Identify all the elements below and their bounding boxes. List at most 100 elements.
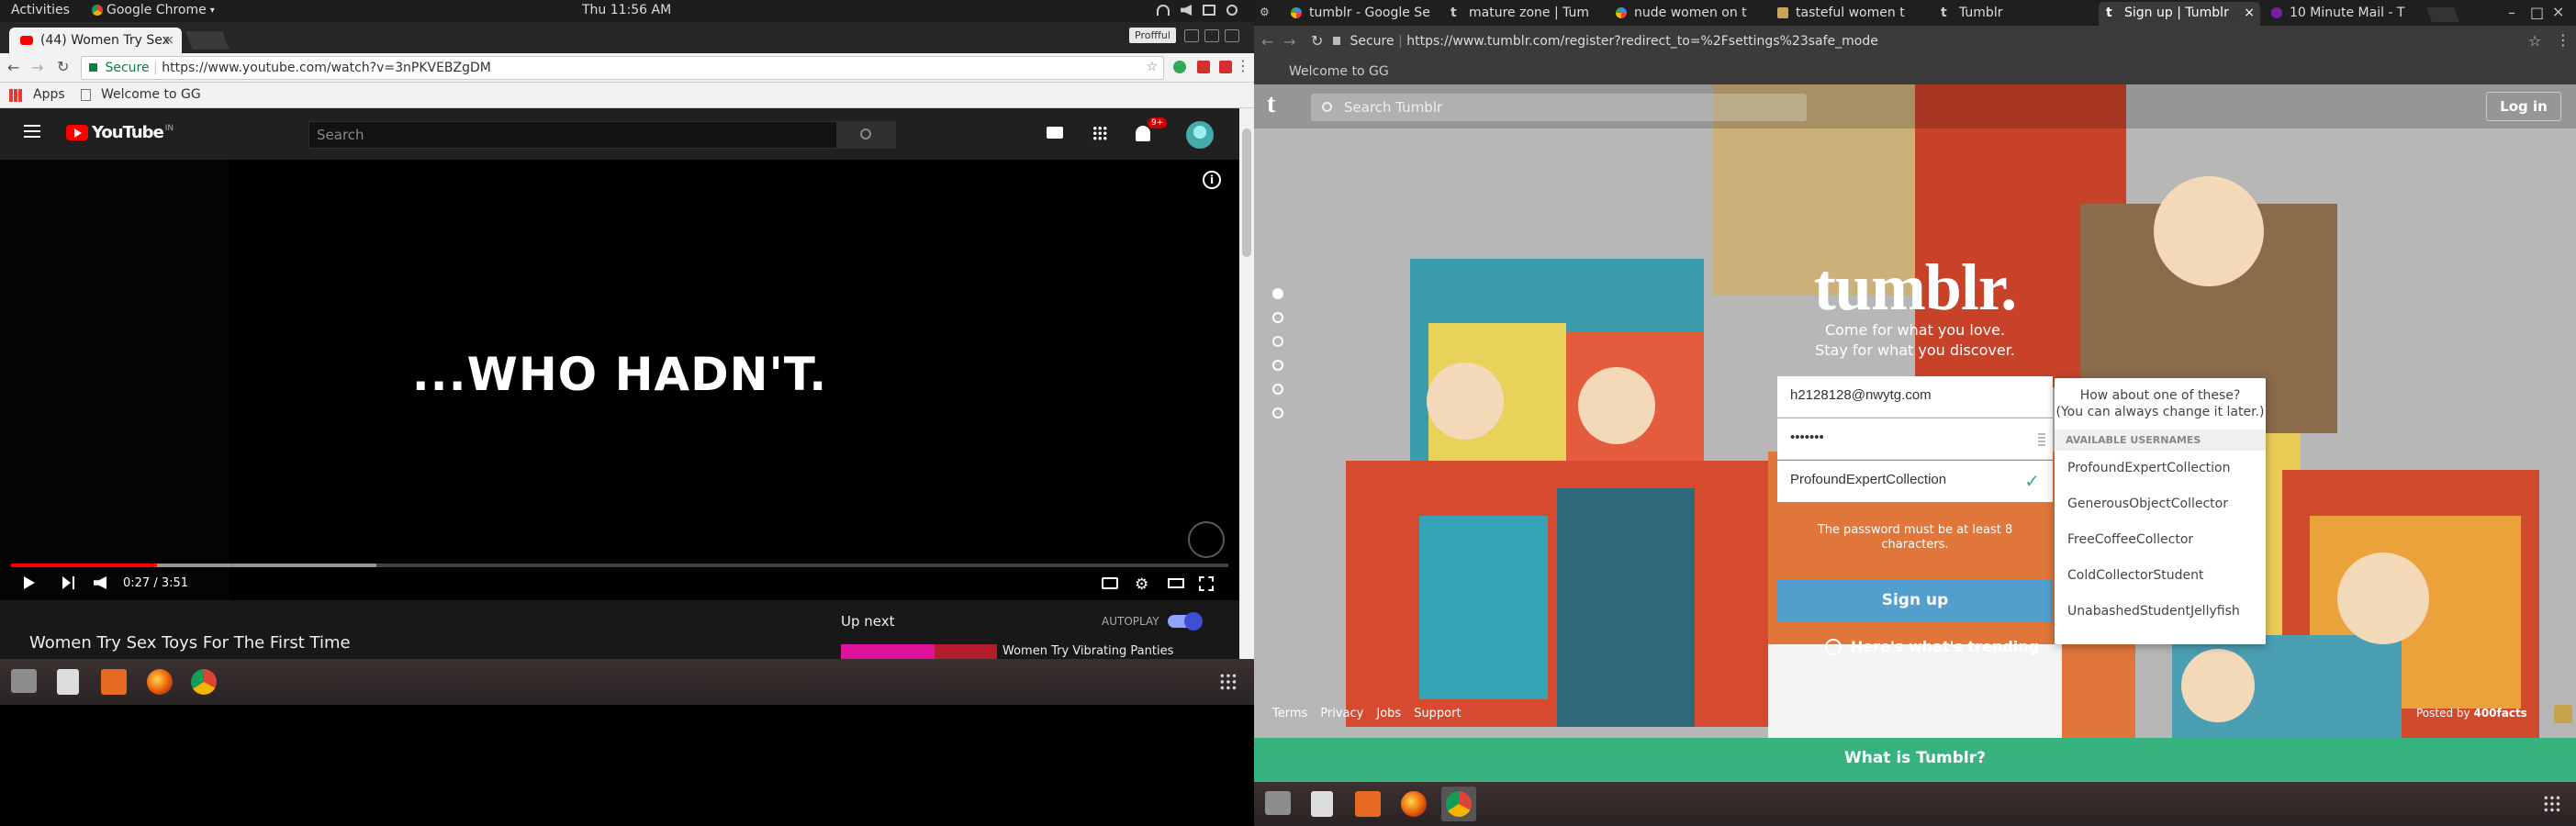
forward-icon[interactable]: → <box>1283 33 1295 50</box>
posted-by-avatar[interactable] <box>2554 705 2572 723</box>
info-icon[interactable]: i <box>1203 171 1221 189</box>
volume-icon[interactable] <box>94 576 106 589</box>
clock[interactable]: Thu 11:56 AM <box>582 3 671 17</box>
close-tab-icon[interactable]: × <box>2244 6 2255 20</box>
show-apps-icon[interactable] <box>2543 795 2561 813</box>
bookmark-star-icon[interactable]: ☆ <box>1146 60 1158 74</box>
channel-watermark-icon[interactable] <box>1188 521 1225 558</box>
username-suggestion[interactable]: FreeCoffeeCollector <box>2055 522 2266 558</box>
forward-icon[interactable]: → <box>31 59 43 76</box>
next-video-thumbnail[interactable] <box>841 644 997 659</box>
video-player[interactable]: ...WHO HADN'T. i <box>0 160 1239 600</box>
close-icon[interactable] <box>1225 29 1239 42</box>
profile-badge[interactable]: Proffful <box>1129 28 1176 43</box>
next-icon[interactable] <box>62 576 71 589</box>
email-field[interactable]: h2128128@nwytg.com <box>1777 376 2053 418</box>
password-manager-icon[interactable] <box>2038 433 2045 446</box>
firefox-icon[interactable] <box>147 669 173 695</box>
what-is-tumblr-bar[interactable]: What is Tumblr? <box>1254 738 2576 782</box>
close-tab-icon[interactable]: × <box>163 33 174 48</box>
grammarly-extension-icon[interactable] <box>1173 61 1186 73</box>
footer-link-jobs[interactable]: Jobs <box>1376 707 1401 720</box>
maximize-icon[interactable] <box>1204 29 1219 42</box>
signup-button[interactable]: Sign up <box>1777 580 2053 622</box>
youtube-logo[interactable]: YouTube IN <box>66 123 174 142</box>
play-icon[interactable] <box>24 576 35 589</box>
posted-by-user[interactable]: 400facts <box>2473 707 2526 720</box>
maximize-icon[interactable]: □ <box>2530 4 2544 21</box>
bookmark-welcome[interactable]: Welcome to GG <box>101 87 201 102</box>
password-field[interactable]: ••••••• <box>1777 419 2053 460</box>
fullscreen-icon[interactable] <box>1199 576 1214 591</box>
chrome-dock-icon[interactable] <box>191 669 217 695</box>
tab-google-search[interactable]: tumblr - Google Se <box>1283 2 1439 26</box>
tab-tumblr[interactable]: t Tumblr <box>1933 2 2095 26</box>
upload-video-icon[interactable] <box>1047 127 1063 139</box>
photos-icon[interactable] <box>1311 791 1333 817</box>
new-tab-button[interactable] <box>2426 7 2459 22</box>
software-center-icon[interactable] <box>1355 791 1381 817</box>
reload-icon[interactable]: ↻ <box>1311 32 1323 50</box>
notifications-bell-icon[interactable] <box>1136 126 1150 141</box>
settings-icon[interactable]: ⚙ <box>1260 6 1270 18</box>
chrome-menu-icon[interactable]: ⋮ <box>2556 31 2570 49</box>
next-video-title[interactable]: Women Try Vibrating Panties <box>1002 644 1173 658</box>
extension-icon-2[interactable] <box>1219 61 1232 73</box>
close-icon[interactable]: × <box>2552 3 2564 20</box>
page-scrollbar[interactable] <box>1239 108 1254 659</box>
username-suggestion[interactable]: ProfoundExpertCollection <box>2055 451 2266 486</box>
photos-icon[interactable] <box>57 669 79 695</box>
show-apps-icon[interactable] <box>1219 673 1238 691</box>
files-icon[interactable] <box>1265 791 1291 815</box>
settings-gear-icon[interactable]: ⚙ <box>1135 575 1148 594</box>
files-icon[interactable] <box>11 669 37 693</box>
chrome-dock-icon[interactable] <box>1446 791 1472 817</box>
back-icon[interactable]: ← <box>7 59 19 76</box>
footer-link-terms[interactable]: Terms <box>1272 707 1307 720</box>
tab-10-minute-mail[interactable]: 10 Minute Mail - T <box>2264 2 2424 26</box>
slide-dot[interactable] <box>1272 407 1283 419</box>
browser-tab[interactable]: (44) Women Try Sex × <box>9 28 182 53</box>
youtube-search-button[interactable] <box>837 121 896 149</box>
avatar[interactable] <box>1186 121 1214 149</box>
video-progress-bar[interactable] <box>11 564 1228 567</box>
address-bar[interactable]: Secure | https://www.youtube.com/watch?v… <box>81 56 1164 80</box>
address-bar[interactable]: Secure | https://www.tumblr.com/register… <box>1333 29 2545 55</box>
extension-icon[interactable] <box>1197 61 1210 73</box>
tumblr-logo-icon[interactable]: t <box>1267 90 1275 119</box>
username-suggestion[interactable]: ColdCollectorStudent <box>2055 558 2266 594</box>
bookmark-welcome[interactable]: Welcome to GG <box>1289 64 1389 79</box>
hamburger-menu-icon[interactable] <box>24 125 40 138</box>
tab-mature-zone[interactable]: t mature zone | Tum <box>1443 2 1605 26</box>
chrome-menu-icon[interactable]: ⋮ <box>1236 57 1250 74</box>
slide-dot[interactable] <box>1272 384 1283 395</box>
tab-nude-women[interactable]: nude women on t <box>1608 2 1766 26</box>
theater-mode-icon[interactable] <box>1168 578 1184 588</box>
tumblr-search-input[interactable]: Search Tumblr <box>1311 94 1807 121</box>
software-center-icon[interactable] <box>101 669 127 695</box>
bookmark-star-icon[interactable]: ☆ <box>2528 32 2541 50</box>
activities-button[interactable]: Activities <box>11 3 70 17</box>
tab-signup-tumblr[interactable]: t Sign up | Tumblr × <box>2099 2 2260 26</box>
new-tab-button[interactable] <box>185 31 230 50</box>
system-tray[interactable] <box>1157 5 1238 16</box>
firefox-icon[interactable] <box>1401 791 1427 817</box>
login-button[interactable]: Log in <box>2486 92 2561 121</box>
footer-link-support[interactable]: Support <box>1414 707 1461 720</box>
captions-icon[interactable] <box>1102 577 1118 589</box>
bookmark-apps[interactable]: Apps <box>33 87 65 102</box>
username-suggestion[interactable]: UnabashedStudentJellyfish <box>2055 594 2266 630</box>
app-menu[interactable]: Google Chrome ▾ <box>92 3 215 17</box>
back-icon[interactable]: ← <box>1261 33 1273 50</box>
autoplay-toggle[interactable] <box>1168 612 1203 631</box>
minimize-icon[interactable] <box>1184 29 1199 42</box>
youtube-search-input[interactable]: Search <box>308 121 837 149</box>
reload-icon[interactable]: ↻ <box>57 58 69 75</box>
username-field[interactable]: ProfoundExpertCollection ✓ <box>1777 461 2053 502</box>
username-suggestion[interactable]: GenerousObjectCollector <box>2055 486 2266 522</box>
minimize-icon[interactable]: – <box>2508 4 2515 21</box>
tab-tasteful-women[interactable]: tasteful women t <box>1770 2 1930 26</box>
trending-link[interactable]: Here's what's trending <box>1825 638 2039 655</box>
footer-link-privacy[interactable]: Privacy <box>1320 707 1363 720</box>
slide-dot[interactable] <box>1272 360 1283 371</box>
